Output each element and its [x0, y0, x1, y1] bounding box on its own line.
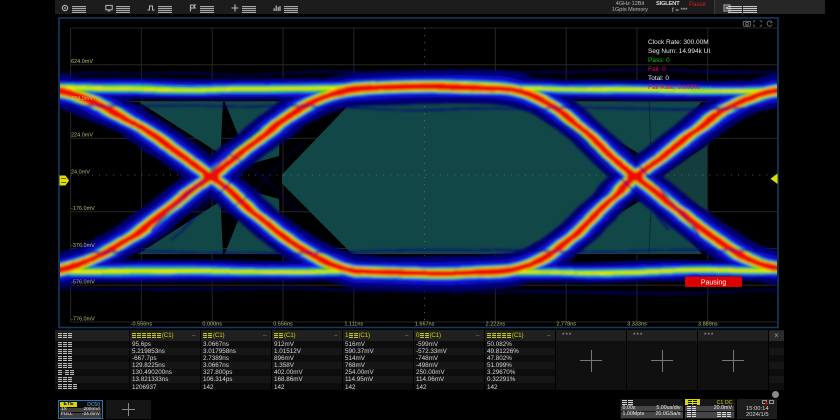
svg-text:0.556ns: 0.556ns: [273, 322, 293, 328]
svg-text:0.000ns: 0.000ns: [202, 322, 222, 328]
svg-text:3.889ns: 3.889ns: [698, 322, 718, 328]
svg-text:-176.0mV: -176.0mV: [71, 206, 95, 212]
svg-text:624.0mV: 624.0mV: [71, 59, 93, 65]
svg-text:Pass: 0: Pass: 0: [648, 57, 670, 64]
svg-text:Fail: 0: Fail: 0: [648, 66, 666, 73]
svg-text:224.0mV: 224.0mV: [71, 133, 93, 139]
svg-text:-0.556ns: -0.556ns: [131, 322, 153, 328]
svg-text:-376.0mV: -376.0mV: [71, 243, 95, 249]
svg-text:1.111ns: 1.111ns: [344, 322, 363, 328]
svg-text:-776.0mV: -776.0mV: [71, 316, 95, 322]
svg-text:Clock Rate: 300.00M: Clock Rate: 300.00M: [648, 39, 709, 46]
svg-text:2.778ns: 2.778ns: [556, 322, 576, 328]
svg-text:Total: 0: Total: 0: [648, 75, 669, 82]
svg-text:24.0mV: 24.0mV: [71, 169, 90, 175]
svg-text:2.222ns: 2.222ns: [486, 322, 506, 328]
svg-text:3.333ns: 3.333ns: [627, 322, 647, 328]
svg-text:Pausing: Pausing: [701, 280, 726, 287]
svg-text:Fail Rate: 0.000%: Fail Rate: 0.000%: [648, 84, 700, 91]
svg-text:424.0mV: 424.0mV: [71, 96, 93, 102]
svg-text:Seg Num: 14.994k UI: Seg Num: 14.994k UI: [648, 48, 710, 55]
svg-text:1.667ns: 1.667ns: [415, 322, 435, 328]
svg-text:-576.0mV: -576.0mV: [71, 280, 95, 286]
